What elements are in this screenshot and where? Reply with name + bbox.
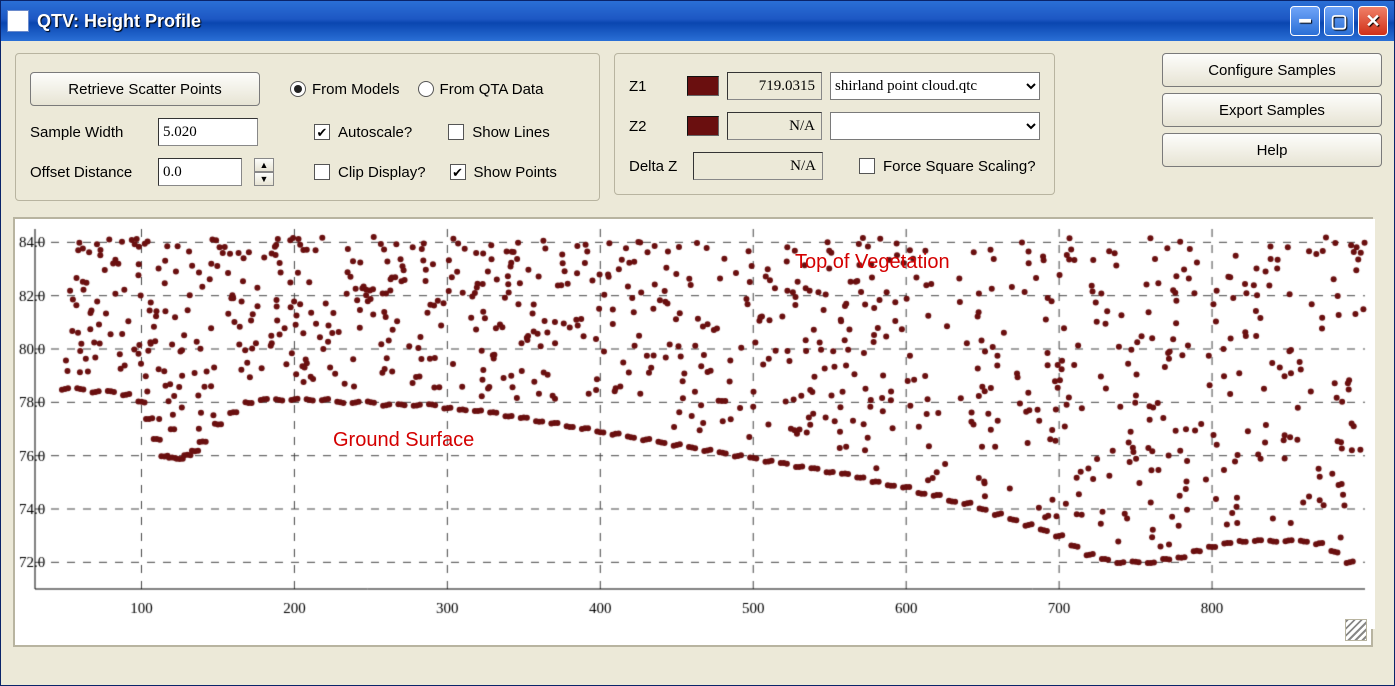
maximize-button[interactable]: ▢ bbox=[1324, 6, 1354, 36]
z1-label: Z1 bbox=[629, 78, 679, 95]
z1-color-swatch[interactable] bbox=[687, 76, 719, 96]
offset-distance-input[interactable] bbox=[158, 158, 242, 186]
export-samples-button[interactable]: Export Samples bbox=[1162, 93, 1382, 127]
radio-dot-icon bbox=[418, 81, 434, 97]
sample-width-label: Sample Width bbox=[30, 124, 150, 141]
retrieve-scatter-points-button[interactable]: Retrieve Scatter Points bbox=[30, 72, 260, 106]
height-profile-chart[interactable]: Top of Vegetation Ground Surface bbox=[13, 217, 1373, 647]
clip-display-label: Clip Display? bbox=[338, 164, 426, 181]
spinner-down-icon[interactable]: ▼ bbox=[254, 172, 274, 186]
z2-value-field bbox=[727, 112, 822, 140]
offset-distance-label: Offset Distance bbox=[30, 164, 150, 181]
from-models-label: From Models bbox=[312, 81, 400, 98]
z2-color-swatch[interactable] bbox=[687, 116, 719, 136]
from-qta-label: From QTA Data bbox=[440, 81, 544, 98]
z1-source-select[interactable]: shirland point cloud.qtc bbox=[830, 72, 1040, 100]
autoscale-label: Autoscale? bbox=[338, 124, 412, 141]
sample-width-input[interactable] bbox=[158, 118, 258, 146]
deltaz-label: Delta Z bbox=[629, 158, 685, 175]
show-lines-checkbox[interactable] bbox=[448, 124, 464, 140]
z-values-group: Z1 shirland point cloud.qtc Z2 Delta Z bbox=[614, 53, 1055, 195]
from-models-radio[interactable]: From Models bbox=[290, 81, 400, 98]
deltaz-value-field bbox=[693, 152, 823, 180]
help-button[interactable]: Help bbox=[1162, 133, 1382, 167]
close-button[interactable]: ✕ bbox=[1358, 6, 1388, 36]
scatter-plot-canvas[interactable] bbox=[15, 219, 1375, 629]
retrieve-group: Retrieve Scatter Points From Models From… bbox=[15, 53, 600, 201]
force-square-scaling-label: Force Square Scaling? bbox=[883, 158, 1036, 175]
z2-source-select[interactable] bbox=[830, 112, 1040, 140]
show-points-label: Show Points bbox=[474, 164, 557, 181]
from-qta-data-radio[interactable]: From QTA Data bbox=[418, 81, 544, 98]
offset-distance-spinner[interactable]: ▲ ▼ bbox=[254, 158, 274, 186]
title-bar: QTV: Height Profile ━ ▢ ✕ bbox=[1, 1, 1394, 41]
clip-display-checkbox[interactable] bbox=[314, 164, 330, 180]
z2-label: Z2 bbox=[629, 118, 679, 135]
app-icon bbox=[7, 10, 29, 32]
spinner-up-icon[interactable]: ▲ bbox=[254, 158, 274, 172]
radio-dot-icon bbox=[290, 81, 306, 97]
z1-value-field bbox=[727, 72, 822, 100]
configure-samples-button[interactable]: Configure Samples bbox=[1162, 53, 1382, 87]
autoscale-checkbox[interactable] bbox=[314, 124, 330, 140]
resize-grip-icon[interactable] bbox=[1345, 619, 1367, 641]
show-points-checkbox[interactable] bbox=[450, 164, 466, 180]
force-square-scaling-checkbox[interactable] bbox=[859, 158, 875, 174]
minimize-button[interactable]: ━ bbox=[1290, 6, 1320, 36]
window-title: QTV: Height Profile bbox=[37, 11, 201, 32]
show-lines-label: Show Lines bbox=[472, 124, 550, 141]
